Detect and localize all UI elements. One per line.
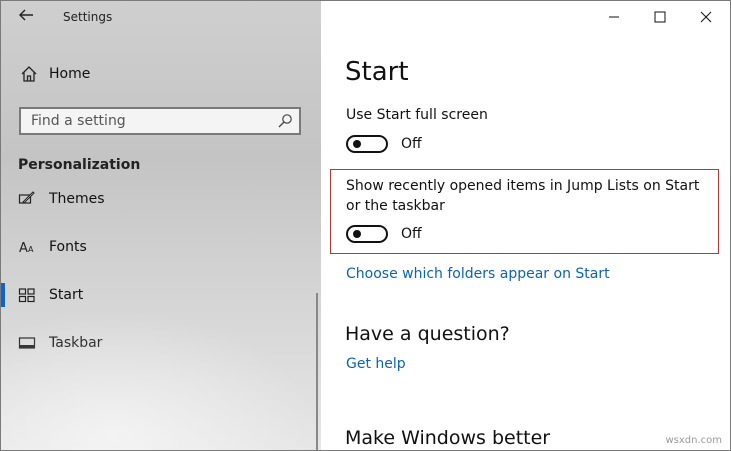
svg-text:A: A: [28, 245, 34, 254]
selection-indicator: [1, 283, 5, 307]
svg-text:A: A: [19, 241, 28, 256]
watermark: wsxdn.com: [665, 435, 722, 446]
app-title: Settings: [63, 10, 113, 24]
settings-window: Settings Home Find a setting Personaliza…: [0, 0, 731, 451]
maximize-icon: [654, 11, 666, 23]
close-button[interactable]: [683, 1, 729, 33]
jump-lists-toggle[interactable]: [346, 225, 388, 243]
back-arrow-icon: [19, 9, 33, 21]
close-icon: [700, 11, 712, 23]
make-windows-better-heading: Make Windows better: [345, 427, 551, 449]
toggle-state-label: Off: [401, 226, 422, 242]
minimize-button[interactable]: [591, 1, 637, 33]
choose-folders-link[interactable]: Choose which folders appear on Start: [346, 266, 610, 282]
minimize-icon: [609, 16, 619, 18]
home-label: Home: [49, 66, 91, 82]
back-button[interactable]: [15, 7, 37, 29]
sidebar-item-label: Taskbar: [49, 335, 103, 351]
sidebar-item-themes[interactable]: Themes: [1, 183, 321, 215]
search-icon: [278, 114, 292, 128]
full-screen-toggle[interactable]: [346, 135, 388, 153]
taskbar-icon: [18, 334, 36, 352]
toggle-knob: [353, 140, 361, 148]
search-placeholder: Find a setting: [31, 113, 126, 129]
home-icon: [21, 66, 37, 82]
sidebar-item-label: Start: [49, 287, 84, 303]
setting-label-full-screen: Use Start full screen: [346, 107, 488, 123]
sidebar-scrollbar[interactable]: [316, 293, 318, 450]
toggle-state-label: Off: [401, 136, 422, 152]
maximize-button[interactable]: [637, 1, 683, 33]
sidebar-item-label: Themes: [49, 191, 105, 207]
sidebar-item-label: Fonts: [49, 239, 87, 255]
section-title: Personalization: [18, 157, 141, 173]
toggle-knob: [353, 230, 361, 238]
search-input[interactable]: Find a setting: [19, 107, 301, 135]
page-title: Start: [345, 57, 409, 87]
brush-icon: [18, 190, 36, 208]
nav-home[interactable]: Home: [19, 63, 90, 85]
sidebar: Settings Home Find a setting Personaliza…: [1, 1, 321, 450]
font-icon: A A: [18, 238, 36, 256]
get-help-link[interactable]: Get help: [346, 356, 406, 372]
start-menu-icon: [18, 286, 36, 304]
sidebar-item-start[interactable]: Start: [1, 279, 321, 311]
main-content: Start Use Start full screen Off Show rec…: [321, 1, 730, 450]
setting-label-jump-lists: Show recently opened items in Jump Lists…: [346, 178, 700, 214]
question-heading: Have a question?: [345, 323, 510, 345]
sidebar-item-fonts[interactable]: A A Fonts: [1, 231, 321, 263]
sidebar-item-taskbar[interactable]: Taskbar: [1, 327, 321, 359]
